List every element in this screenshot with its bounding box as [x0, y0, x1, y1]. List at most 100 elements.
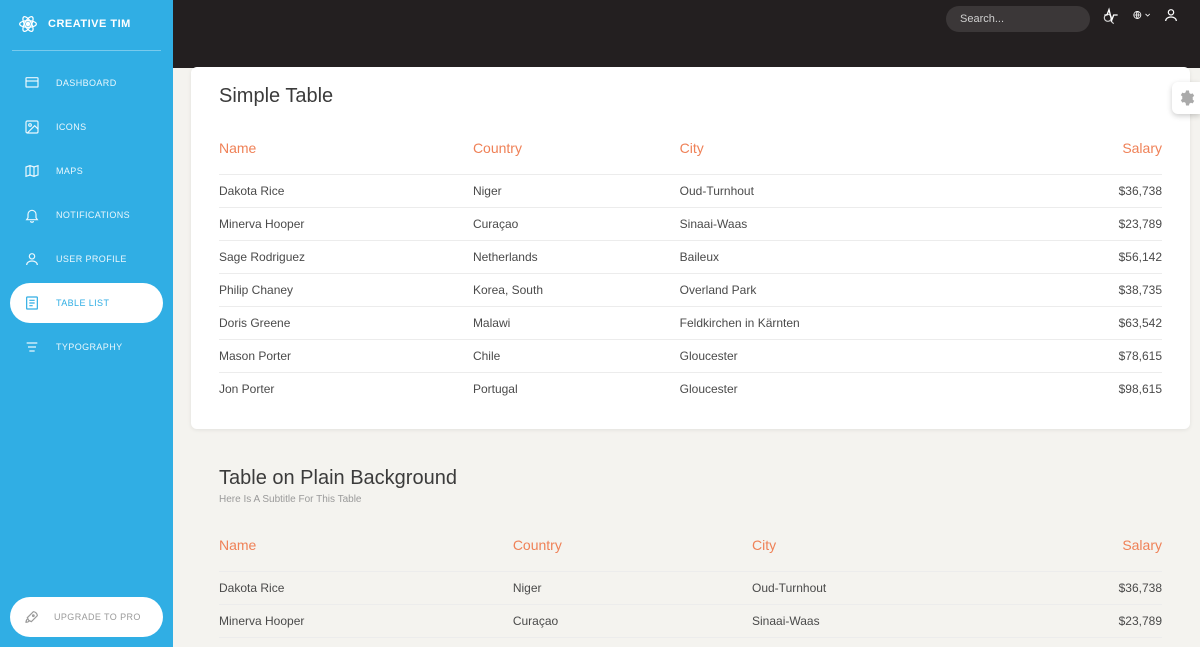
table-header: City	[680, 130, 1034, 175]
table-cell: Jon Porter	[219, 373, 473, 406]
plain-table-card: Table on Plain Background Here Is A Subt…	[191, 449, 1190, 647]
table-cell: Korea, South	[473, 274, 680, 307]
table-cell: Curaçao	[473, 208, 680, 241]
table-cell: Mason Porter	[219, 340, 473, 373]
nav-icon	[24, 207, 40, 223]
table-cell: $56,142	[1014, 638, 1162, 647]
table-cell: Sinaai-Waas	[680, 208, 1034, 241]
sidebar-item-user-profile[interactable]: USER PROFILE	[10, 239, 163, 279]
brand[interactable]: CREATIVE TIM	[0, 0, 173, 44]
table-cell: $56,142	[1034, 241, 1162, 274]
search-box[interactable]	[946, 6, 1090, 32]
brand-title: CREATIVE TIM	[48, 18, 131, 30]
main: Simple Table NameCountryCitySalary Dakot…	[173, 0, 1200, 647]
rocket-icon	[24, 609, 40, 625]
table-cell: Minerva Hooper	[219, 605, 513, 638]
globe-icon[interactable]	[1132, 6, 1150, 24]
sidebar: CREATIVE TIM DASHBOARD ICONS MAPS NOTIFICAT…	[0, 0, 173, 647]
table-cell: Baileux	[752, 638, 1014, 647]
sidebar-item-notifications[interactable]: NOTIFICATIONS	[10, 195, 163, 235]
table-cell: Minerva Hooper	[219, 208, 473, 241]
table-row: Philip ChaneyKorea, SouthOverland Park$3…	[219, 274, 1162, 307]
table-cell: Curaçao	[513, 605, 752, 638]
sidebar-item-label: USER PROFILE	[56, 254, 127, 264]
table-cell: $23,789	[1014, 605, 1162, 638]
nav-icon	[24, 75, 40, 91]
table-row: Minerva HooperCuraçaoSinaai-Waas$23,789	[219, 208, 1162, 241]
table-cell: $38,735	[1034, 274, 1162, 307]
table-cell: Sage Rodriguez	[219, 241, 473, 274]
nav-icon	[24, 163, 40, 179]
table-cell: Doris Greene	[219, 307, 473, 340]
table-cell: $36,738	[1014, 572, 1162, 605]
nav-icon	[24, 339, 40, 355]
table-cell: Niger	[473, 175, 680, 208]
table-row: Dakota RiceNigerOud-Turnhout$36,738	[219, 175, 1162, 208]
sidebar-item-dashboard[interactable]: DASHBOARD	[10, 63, 163, 103]
table-cell: Dakota Rice	[219, 175, 473, 208]
nav: DASHBOARD ICONS MAPS NOTIFICATIONS USER PROF…	[0, 63, 173, 367]
card-subtitle: Here Is A Subtitle For This Table	[219, 494, 1162, 505]
nav-icon	[24, 119, 40, 135]
sidebar-item-label: DASHBOARD	[56, 78, 117, 88]
table-cell: $63,542	[1034, 307, 1162, 340]
table-cell: $23,789	[1034, 208, 1162, 241]
sidebar-item-table-list[interactable]: TABLE LIST	[10, 283, 163, 323]
gear-icon	[1177, 89, 1195, 107]
upgrade-label: UPGRADE TO PRO	[54, 612, 141, 622]
sidebar-item-label: NOTIFICATIONS	[56, 210, 130, 220]
table-cell: Chile	[473, 340, 680, 373]
table-row: Sage RodriguezNetherlandsBaileux$56,142	[219, 241, 1162, 274]
plain-table: NameCountryCitySalary Dakota RiceNigerOu…	[219, 527, 1162, 647]
table-cell: Baileux	[680, 241, 1034, 274]
simple-table-card: Simple Table NameCountryCitySalary Dakot…	[191, 67, 1190, 429]
user-icon[interactable]	[1162, 6, 1180, 24]
content: Simple Table NameCountryCitySalary Dakot…	[173, 67, 1200, 647]
sidebar-item-label: TABLE LIST	[56, 298, 109, 308]
table-header: Name	[219, 130, 473, 175]
upgrade-button[interactable]: UPGRADE TO PRO	[10, 597, 163, 637]
nav-icon	[24, 251, 40, 267]
table-header: Country	[473, 130, 680, 175]
table-cell: Overland Park	[680, 274, 1034, 307]
react-icon	[18, 14, 38, 34]
table-cell: Gloucester	[680, 373, 1034, 406]
table-row: Sage RodriguezNetherlandsBaileux$56,142	[219, 638, 1162, 647]
table-row: Mason PorterChileGloucester$78,615	[219, 340, 1162, 373]
table-cell: Oud-Turnhout	[680, 175, 1034, 208]
nav-icon	[24, 295, 40, 311]
table-cell: Oud-Turnhout	[752, 572, 1014, 605]
divider	[12, 50, 161, 51]
sidebar-item-label: ICONS	[56, 122, 87, 132]
table-cell: Sinaai-Waas	[752, 605, 1014, 638]
table-cell: Dakota Rice	[219, 572, 513, 605]
table-cell: Malawi	[473, 307, 680, 340]
table-cell: Netherlands	[473, 241, 680, 274]
table-header: Name	[219, 527, 513, 572]
sidebar-item-icons[interactable]: ICONS	[10, 107, 163, 147]
card-title: Table on Plain Background	[219, 467, 1162, 490]
card-title: Simple Table	[219, 85, 1162, 108]
table-header: Country	[513, 527, 752, 572]
table-cell: Portugal	[473, 373, 680, 406]
table-cell: $36,738	[1034, 175, 1162, 208]
table-row: Minerva HooperCuraçaoSinaai-Waas$23,789	[219, 605, 1162, 638]
table-row: Dakota RiceNigerOud-Turnhout$36,738	[219, 572, 1162, 605]
sidebar-item-label: TYPOGRAPHY	[56, 342, 123, 352]
table-cell: $78,615	[1034, 340, 1162, 373]
table-cell: Sage Rodriguez	[219, 638, 513, 647]
sidebar-item-typography[interactable]: TYPOGRAPHY	[10, 327, 163, 367]
table-cell: Netherlands	[513, 638, 752, 647]
table-cell: Gloucester	[680, 340, 1034, 373]
sidebar-item-maps[interactable]: MAPS	[10, 151, 163, 191]
table-cell: Niger	[513, 572, 752, 605]
table-cell: Philip Chaney	[219, 274, 473, 307]
table-cell: $98,615	[1034, 373, 1162, 406]
search-input[interactable]	[960, 13, 1102, 25]
table-header: Salary	[1034, 130, 1162, 175]
table-row: Jon PorterPortugalGloucester$98,615	[219, 373, 1162, 406]
activity-icon[interactable]	[1102, 6, 1120, 24]
settings-tab[interactable]	[1172, 82, 1200, 114]
table-cell: Feldkirchen in Kärnten	[680, 307, 1034, 340]
topbar	[173, 0, 1200, 68]
